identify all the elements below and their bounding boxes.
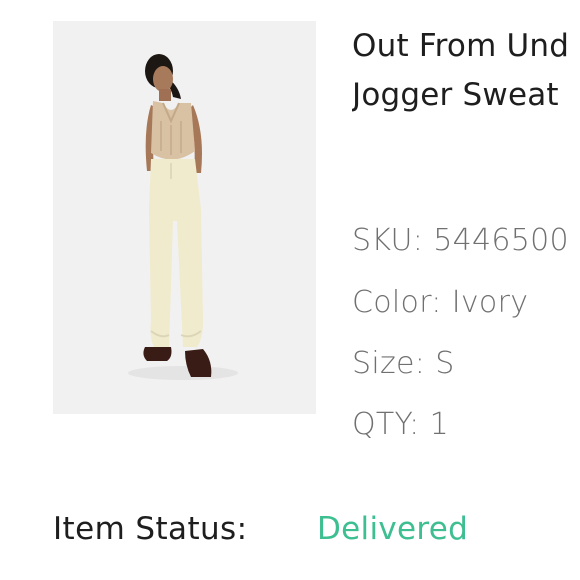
product-photo-illustration [53,21,316,414]
sku-value: 5446500 [433,223,569,258]
product-image[interactable] [53,21,316,414]
qty-row: QTY: 1 [352,405,580,445]
size-row: Size: S [352,344,580,384]
qty-label: QTY: [352,407,420,442]
size-label: Size: [352,346,426,381]
sku-row: SKU: 5446500 [352,221,580,261]
color-value: Ivory [451,285,529,320]
item-status-label: Item Status: [53,511,248,547]
item-status-value: Delivered [317,511,469,547]
size-value: S [435,346,455,381]
qty-value: 1 [429,407,449,442]
product-title-line-2: Jogger Sweat [352,77,559,113]
product-title[interactable]: Out From Und Jogger Sweat [352,22,580,120]
order-item-card: Out From Und Jogger Sweat SKU: 5446500 Co… [0,0,580,580]
color-row: Color: Ivory [352,283,580,323]
product-title-line-1: Out From Und [352,28,570,64]
sku-label: SKU: [352,223,424,258]
color-label: Color: [352,285,442,320]
